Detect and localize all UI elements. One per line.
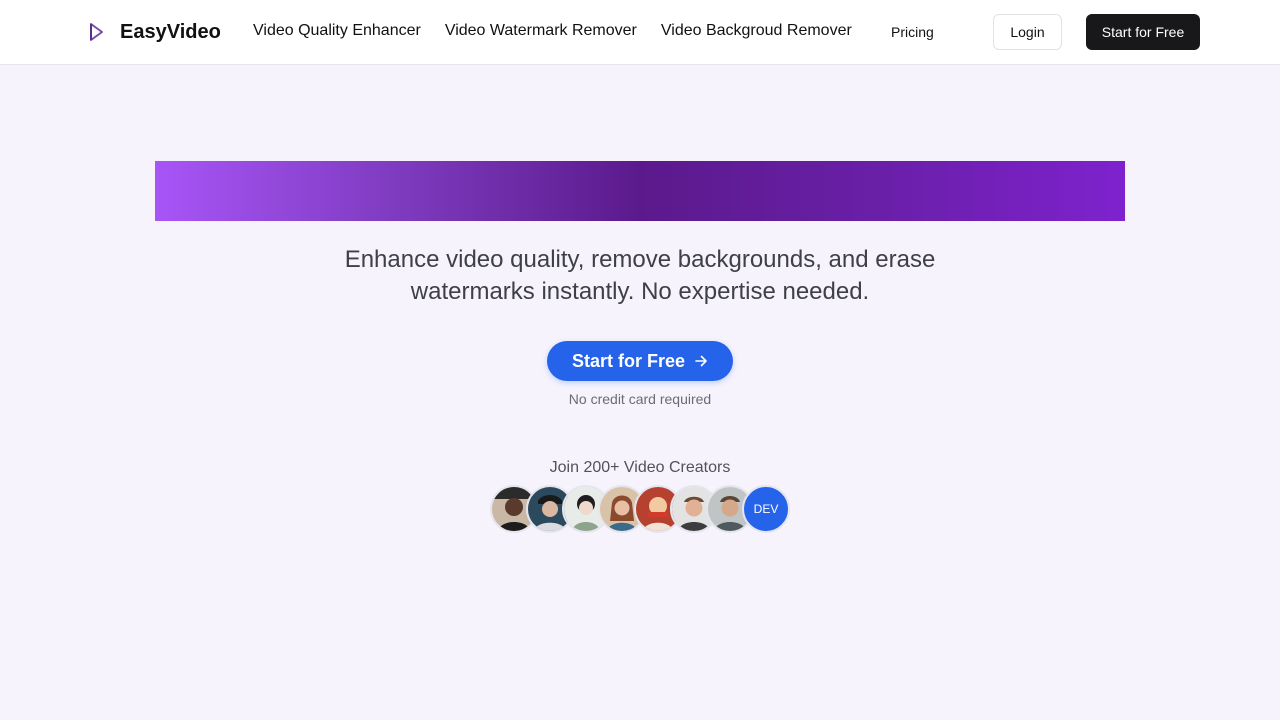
hero-cta-label: Start for Free: [571, 350, 686, 371]
hero-gradient-banner: [155, 161, 1125, 221]
nav-video-quality-enhancer[interactable]: Video Quality Enhancer: [253, 22, 421, 40]
hero-start-free-button[interactable]: Start for Free: [547, 341, 733, 381]
join-creators-text: Join 200+ Video Creators: [549, 459, 731, 476]
nav-video-background-remover[interactable]: Video Backgroud Remover: [661, 22, 852, 40]
top-nav-bar: EasyVideo Video Quality Enhancer Video W…: [0, 0, 1280, 65]
avatar-dev-badge: DEV: [742, 485, 790, 533]
arrow-right-icon: [695, 355, 707, 367]
nav-pricing[interactable]: Pricing: [891, 24, 934, 40]
nav-video-watermark-remover[interactable]: Video Watermark Remover: [445, 22, 637, 40]
hero-subtitle: Enhance video quality, remove background…: [344, 246, 936, 305]
login-button[interactable]: Login: [993, 14, 1062, 50]
play-triangle-icon: [90, 23, 103, 41]
main-nav: Video Quality Enhancer Video Watermark R…: [253, 22, 876, 40]
brand-logo[interactable]: EasyVideo: [86, 20, 221, 44]
header-start-free-button[interactable]: Start for Free: [1086, 14, 1200, 50]
no-credit-card-note: No credit card required: [568, 391, 712, 407]
brand-name: EasyVideo: [120, 20, 221, 43]
